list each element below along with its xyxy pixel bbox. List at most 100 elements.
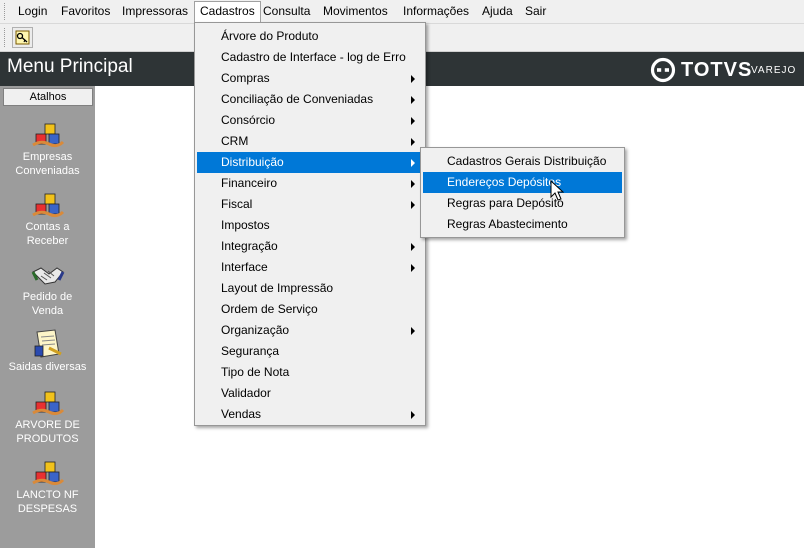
brand-sub: VAREJO	[751, 65, 797, 76]
shortcut-label: Receber	[26, 235, 69, 247]
menu-item-label: Tipo de Nota	[221, 365, 290, 379]
shortcut-empresas-conveniadas[interactable]: Empresas Conveniadas	[0, 120, 95, 178]
menu-item-fiscal[interactable]: Fiscal	[197, 194, 423, 215]
menu-item-label: CRM	[221, 134, 249, 148]
menu-item-label: Fiscal	[221, 197, 253, 211]
menu-item-tipo-nota[interactable]: Tipo de Nota	[197, 362, 423, 383]
sidebar: Atalhos Empresas Conveniadas Contas a Re…	[0, 86, 95, 548]
brand-name: TOTVS	[681, 59, 753, 81]
menu-item-consorcio[interactable]: Consórcio	[197, 110, 423, 131]
cadastros-menu: Árvore do Produto Cadastro de Interface …	[194, 22, 426, 426]
menu-item-label: Cadastros Gerais Distribuição	[447, 154, 607, 168]
menu-item-label: Regras para Depósito	[447, 196, 564, 210]
menu-item-compras[interactable]: Compras	[197, 68, 423, 89]
blocks-icon	[31, 193, 64, 218]
menu-item-regras-abastecimento[interactable]: Regras Abastecimento	[423, 214, 622, 235]
menu-item-label: Financeiro	[221, 176, 278, 190]
menu-ajuda[interactable]: Ajuda	[477, 1, 518, 22]
submenu-arrow-icon	[411, 159, 415, 167]
document-icon	[34, 329, 62, 358]
shortcut-arvore-produtos[interactable]: ARVORE DE PRODUTOS	[0, 388, 95, 446]
shortcut-label: Empresas	[22, 151, 73, 163]
menu-item-label: Segurança	[221, 344, 280, 358]
menu-item-regras-deposito[interactable]: Regras para Depósito	[423, 193, 622, 214]
submenu-arrow-icon	[411, 264, 415, 272]
menu-item-impostos[interactable]: Impostos	[197, 215, 423, 236]
menu-login[interactable]: Login	[13, 1, 52, 22]
shortcut-label: Venda	[31, 305, 64, 317]
shortcut-label: DESPESAS	[17, 503, 78, 515]
shortcut-label: Conveniadas	[15, 165, 80, 177]
menu-item-layout-impressao[interactable]: Layout de Impressão	[197, 278, 423, 299]
shortcut-label: Saidas diversas	[8, 361, 87, 373]
blocks-icon	[31, 391, 64, 416]
menu-item-validador[interactable]: Validador	[197, 383, 423, 404]
menu-consulta[interactable]: Consulta	[258, 1, 315, 22]
submenu-arrow-icon	[411, 180, 415, 188]
menu-item-conciliacao[interactable]: Conciliação de Conveniadas	[197, 89, 423, 110]
menu-item-cadastro-interface[interactable]: Cadastro de Interface - log de Erro	[197, 47, 423, 68]
menu-sair[interactable]: Sair	[520, 1, 551, 22]
menu-item-label: Endereços Depósitos	[447, 175, 562, 189]
mouse-cursor-icon	[550, 180, 564, 201]
menu-movimentos[interactable]: Movimentos	[318, 1, 393, 22]
menu-item-financeiro[interactable]: Financeiro	[197, 173, 423, 194]
submenu-arrow-icon	[411, 201, 415, 209]
shortcut-label: PRODUTOS	[16, 433, 79, 445]
key-icon	[15, 30, 30, 45]
blocks-icon	[31, 123, 64, 148]
menu-item-arvore-produto[interactable]: Árvore do Produto	[197, 26, 423, 47]
toolbar-grip[interactable]	[4, 28, 8, 47]
shortcut-saidas-diversas[interactable]: Saidas diversas	[0, 328, 95, 374]
menu-item-organizacao[interactable]: Organização	[197, 320, 423, 341]
menu-item-label: Layout de Impressão	[221, 281, 334, 295]
menu-item-ordem-servico[interactable]: Ordem de Serviço	[197, 299, 423, 320]
submenu-arrow-icon	[411, 138, 415, 146]
shortcut-pedido-venda[interactable]: Pedido de Venda	[0, 260, 95, 318]
menu-item-distribuicao[interactable]: Distribuição	[197, 152, 423, 173]
menu-item-interface[interactable]: Interface	[197, 257, 423, 278]
menu-item-label: Vendas	[221, 407, 262, 421]
submenu-arrow-icon	[411, 243, 415, 251]
submenu-arrow-icon	[411, 411, 415, 419]
menu-item-label: Validador	[221, 386, 271, 400]
submenu-arrow-icon	[411, 117, 415, 125]
menu-item-enderecos-depositos[interactable]: Endereços Depósitos	[423, 172, 622, 193]
menu-item-label: Distribuição	[221, 155, 284, 169]
menubar-grip[interactable]	[4, 3, 8, 20]
menu-item-crm[interactable]: CRM	[197, 131, 423, 152]
shortcut-label: LANCTO NF	[16, 489, 79, 501]
menu-item-label: Interface	[221, 260, 268, 274]
menu-item-cadastros-gerais-distribuicao[interactable]: Cadastros Gerais Distribuição	[423, 151, 622, 172]
submenu-arrow-icon	[411, 96, 415, 104]
shortcut-label: Contas a	[25, 221, 70, 233]
menu-item-label: Impostos	[221, 218, 270, 232]
sidebar-heading[interactable]: Atalhos	[3, 88, 93, 106]
menu-impressoras[interactable]: Impressoras	[117, 1, 193, 22]
menu-item-label: Consórcio	[221, 113, 276, 127]
shortcut-contas-receber[interactable]: Contas a Receber	[0, 190, 95, 248]
menu-item-label: Integração	[221, 239, 278, 253]
menu-item-label: Cadastro de Interface - log de Erro	[221, 50, 406, 64]
menu-item-vendas[interactable]: Vendas	[197, 404, 423, 425]
submenu-arrow-icon	[411, 327, 415, 335]
menu-item-label: Regras Abastecimento	[447, 217, 568, 231]
menu-item-label: Conciliação de Conveniadas	[221, 92, 374, 106]
menu-item-integracao[interactable]: Integração	[197, 236, 423, 257]
menu-favoritos[interactable]: Favoritos	[56, 1, 115, 22]
toolbar-button[interactable]	[12, 27, 33, 48]
shortcut-label: Pedido de	[22, 291, 73, 303]
menu-item-label: Ordem de Serviço	[221, 302, 318, 316]
menu-bar: Login Favoritos Impressoras Cadastros Co…	[0, 0, 804, 24]
menu-item-label: Árvore do Produto	[221, 29, 319, 43]
menu-item-seguranca[interactable]: Segurança	[197, 341, 423, 362]
brand-logo: TOTVS VAREJO	[650, 57, 795, 83]
submenu-arrow-icon	[411, 75, 415, 83]
distribuicao-submenu: Cadastros Gerais Distribuição Endereços …	[420, 147, 625, 238]
menu-item-label: Compras	[221, 71, 270, 85]
menu-cadastros[interactable]: Cadastros	[194, 1, 261, 22]
menu-item-label: Organização	[221, 323, 290, 337]
totvs-logo-icon	[650, 57, 676, 83]
menu-informacoes[interactable]: Informações	[398, 1, 474, 22]
shortcut-lancto-nf-despesas[interactable]: LANCTO NF DESPESAS	[0, 458, 95, 516]
